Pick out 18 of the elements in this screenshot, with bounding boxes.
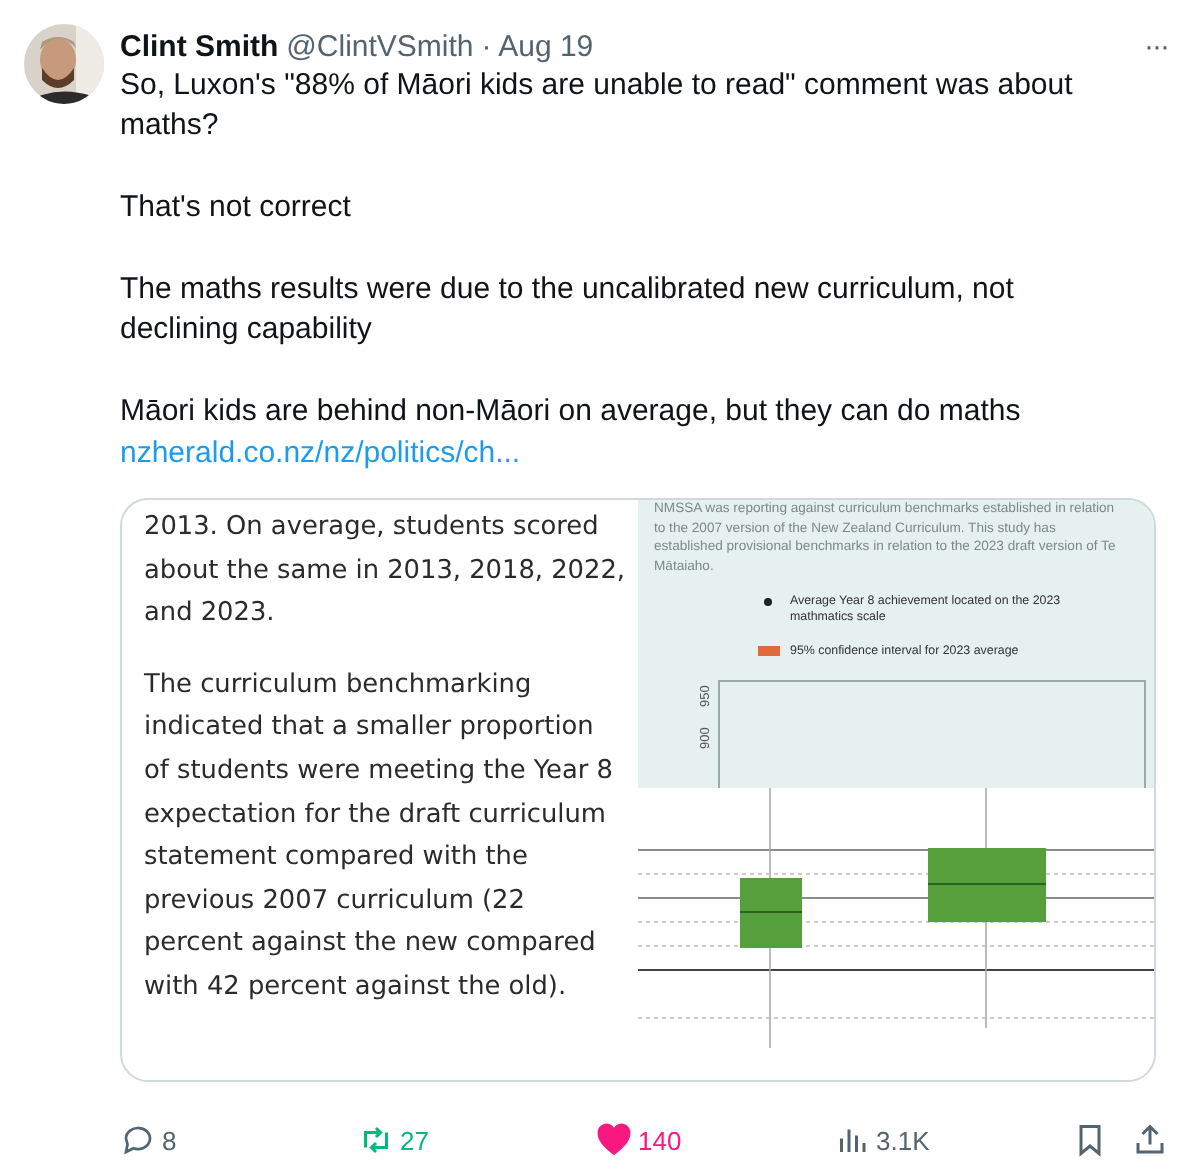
more-button[interactable]: ··· <box>1136 29 1176 63</box>
like-button[interactable]: 140 <box>596 1122 834 1159</box>
post-text: Māori kids are behind non-Māori on average, but they can do maths <box>120 392 1023 433</box>
heart-icon <box>596 1122 632 1159</box>
reply-button[interactable]: 8 <box>120 1122 358 1159</box>
post-text: The maths results were due to the uncalibrated new curriculum, not declining capability <box>120 270 1016 351</box>
speech-bubble-icon <box>120 1122 156 1159</box>
author-name[interactable]: Clint Smith <box>120 29 279 63</box>
post-date[interactable]: · Aug 19 <box>481 29 594 63</box>
post-text: So, Luxon's "88% of Māori kids are unable to read" comment was about maths? <box>120 66 1075 147</box>
share-icon[interactable] <box>1132 1122 1168 1159</box>
document-text: The curriculum benchmarking indicated that a smaller proportion of students were meeting the Year 8 expectation for the draft curriculum statement compared with the previous 2007 curriculum (22 percent against the new compared with 42 percent against the old). <box>144 667 615 1006</box>
post-text: That's not correct <box>120 188 353 229</box>
attached-image[interactable] <box>120 498 1156 1083</box>
repost-arrows-icon <box>358 1122 394 1159</box>
document-text: 2013. On average, students scored about the same in 2013, 2018, 2022, and 2023. <box>144 510 626 633</box>
views-button[interactable]: 3.1K <box>834 1122 1072 1159</box>
author-handle[interactable]: @ClintVSmith <box>286 29 474 63</box>
